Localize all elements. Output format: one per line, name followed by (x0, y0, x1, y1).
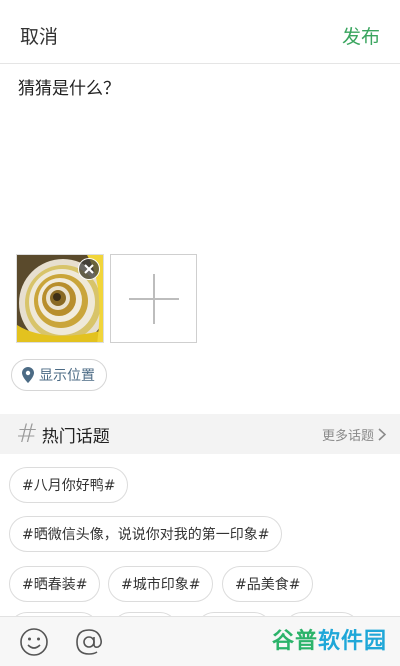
more-topics-label: 更多话题 (321, 428, 374, 444)
location-label: 显示位置 (39, 368, 95, 384)
cancel-button[interactable]: 取消 (0, 22, 78, 49)
watermark-logo: 谷普 软件园 (272, 624, 387, 654)
at-mention-icon[interactable] (74, 627, 104, 657)
post-text-input[interactable]: 猜猜是什么？ (18, 74, 120, 99)
close-icon[interactable] (78, 258, 100, 280)
show-location-button[interactable]: 显示位置 (11, 359, 107, 391)
hash-icon: # (16, 419, 38, 449)
add-image-button[interactable] (110, 254, 197, 343)
topic-tag[interactable]: #晒春装# (9, 566, 101, 602)
topic-tag[interactable]: #品美食# (222, 566, 314, 602)
plus-icon-vertical (153, 274, 155, 324)
status-bar (0, 0, 400, 8)
watermark-text-part1: 谷普 (272, 629, 319, 654)
topic-tag[interactable]: #城市印象# (108, 566, 214, 602)
emoji-icon[interactable] (19, 627, 49, 657)
publish-button[interactable]: 发布 (322, 22, 400, 49)
topic-tag[interactable]: #晒微信头像，说说你对我的第一印象# (9, 516, 283, 552)
hot-topics-title: 热门话题 (41, 426, 110, 447)
chevron-right-icon (378, 427, 386, 441)
more-topics-link[interactable]: 更多话题 (322, 425, 400, 444)
topic-tag[interactable]: #八月你好鸭# (9, 467, 129, 503)
watermark-text-part2: 软件园 (318, 629, 388, 654)
hot-topics-header: # 热门话题 更多话题 (0, 414, 400, 454)
location-pin-icon (22, 367, 34, 383)
header-bar: 取消 发布 (0, 8, 400, 64)
